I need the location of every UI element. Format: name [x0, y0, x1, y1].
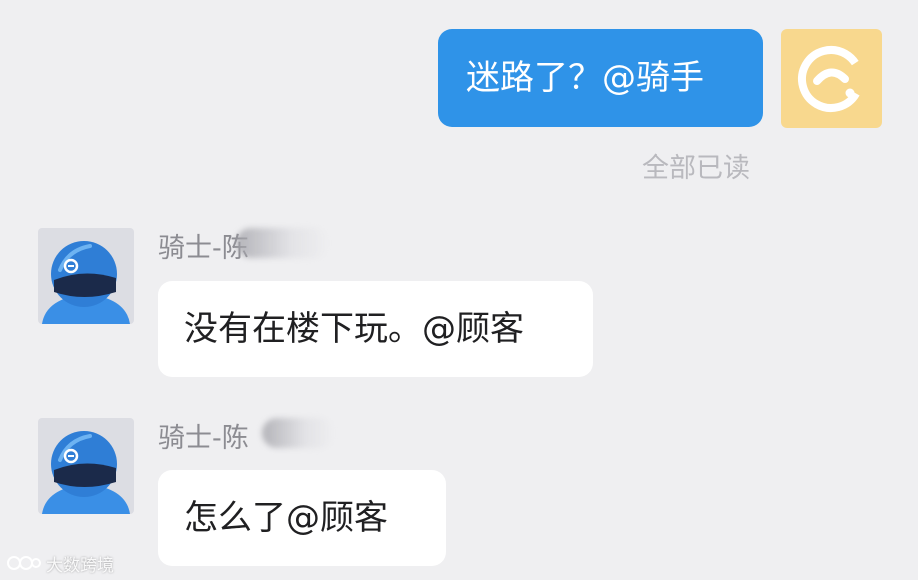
incoming-message-text: 怎么了@顾客 — [184, 498, 388, 538]
name-redaction — [262, 418, 334, 448]
eleme-logo-icon — [798, 46, 864, 112]
outgoing-message-text: 迷路了？@骑手 — [466, 58, 704, 98]
read-status: 全部已读 — [642, 153, 750, 184]
rider-avatar[interactable] — [38, 418, 134, 514]
watermark: 大数跨境 — [6, 552, 114, 576]
rider-helmet-icon — [42, 431, 130, 514]
rider-avatar[interactable] — [38, 228, 134, 324]
rider-helmet-icon — [42, 241, 130, 324]
incoming-message-bubble[interactable]: 怎么了@顾客 — [158, 470, 446, 566]
watermark-text: 大数跨境 — [46, 555, 114, 576]
watermark-logo-icon — [7, 556, 41, 570]
outgoing-message-bubble[interactable]: 迷路了？@骑手 — [438, 29, 763, 127]
chat-window: 迷路了？@骑手 全部已读 骑士-陈 没有在楼下玩。@顾客 骑士-陈 怎么了@顾客… — [0, 0, 918, 580]
name-redaction — [236, 228, 328, 258]
sender-name: 骑士-陈 — [158, 233, 249, 264]
incoming-message-text: 没有在楼下玩。@顾客 — [184, 309, 524, 349]
sender-name: 骑士-陈 — [158, 423, 249, 454]
self-avatar[interactable] — [781, 29, 882, 128]
incoming-message-bubble[interactable]: 没有在楼下玩。@顾客 — [158, 281, 593, 377]
